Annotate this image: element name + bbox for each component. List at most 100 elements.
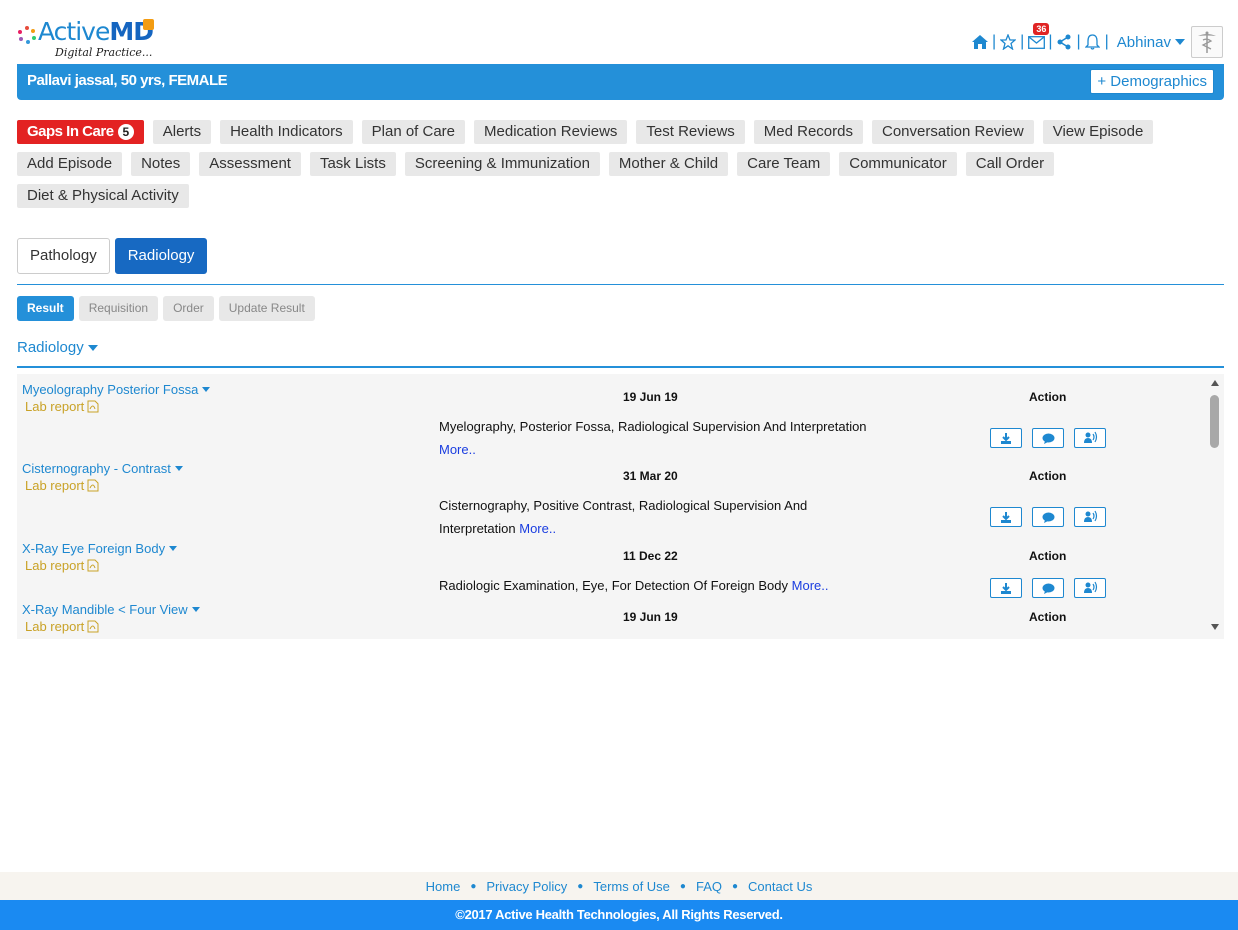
comment-button[interactable] <box>1032 428 1064 448</box>
voice-button[interactable] <box>1074 428 1106 448</box>
download-button[interactable] <box>990 428 1022 448</box>
footer-link-terms[interactable]: Terms of Use <box>593 879 670 894</box>
record-title-dropdown[interactable]: Cisternography - Contrast <box>22 461 183 476</box>
comment-button[interactable] <box>1032 507 1064 527</box>
top-header: ActiveMD Digital Practice... | | 36 | | … <box>0 0 1238 64</box>
user-menu[interactable]: Abhinav <box>1117 34 1185 51</box>
action-label: Action <box>1029 469 1067 483</box>
mail-icon[interactable]: 36 <box>1026 23 1050 52</box>
lab-report-link[interactable]: Lab report <box>25 619 99 634</box>
home-icon[interactable] <box>970 32 990 52</box>
logo-tagline: Digital Practice... <box>55 46 153 59</box>
activemd-logo[interactable]: ActiveMD Digital Practice... <box>16 18 158 62</box>
record-title-dropdown[interactable]: Myeolography Posterior Fossa <box>22 382 211 397</box>
separator: | <box>1048 33 1053 50</box>
chevron-down-icon <box>202 387 211 392</box>
download-button[interactable] <box>990 507 1022 527</box>
scroll-thumb[interactable] <box>1210 395 1219 448</box>
record-title: X-Ray Mandible < Four View <box>22 602 188 617</box>
tab-task-lists[interactable]: Task Lists <box>309 152 396 176</box>
chevron-down-icon <box>1175 39 1185 45</box>
tab-alerts[interactable]: Alerts <box>152 120 212 144</box>
logo-burst-icon <box>18 26 36 44</box>
separator: | <box>992 33 997 50</box>
tab-health-indicators[interactable]: Health Indicators <box>220 120 353 144</box>
tab-plan-of-care[interactable]: Plan of Care <box>361 120 466 144</box>
radiology-dropdown[interactable]: Radiology <box>17 339 98 356</box>
record-title-dropdown[interactable]: X-Ray Mandible < Four View <box>22 602 200 617</box>
footer-separator: ● <box>577 880 584 892</box>
footer-link-privacy[interactable]: Privacy Policy <box>486 879 567 894</box>
tab-med-records[interactable]: Med Records <box>753 120 863 144</box>
tab-communicator[interactable]: Communicator <box>839 152 957 176</box>
download-icon <box>1001 432 1011 444</box>
share-icon[interactable] <box>1054 32 1074 52</box>
tab-medication-reviews[interactable]: Medication Reviews <box>474 120 628 144</box>
tab-care-team[interactable]: Care Team <box>737 152 831 176</box>
lab-report-link[interactable]: Lab report <box>25 478 99 493</box>
result-mode-pills: Result Requisition Order Update Result <box>17 296 320 321</box>
action-label: Action <box>1029 610 1067 624</box>
radiology-record-list[interactable]: Myeolography Posterior Fossa Lab report … <box>17 374 1224 639</box>
lab-report-link[interactable]: Lab report <box>25 399 99 414</box>
list-scrollbar[interactable] <box>1207 374 1224 639</box>
download-button[interactable] <box>990 578 1022 598</box>
more-link[interactable]: More.. <box>519 521 556 536</box>
tab-pathology[interactable]: Pathology <box>17 238 110 274</box>
record-actions <box>990 578 1116 598</box>
mail-count-badge: 36 <box>1033 23 1050 35</box>
tab-label: Gaps In Care <box>27 123 114 140</box>
tab-notes[interactable]: Notes <box>131 152 191 176</box>
tab-view-episode[interactable]: View Episode <box>1042 120 1154 144</box>
lab-report-label: Lab report <box>25 399 85 414</box>
more-link[interactable]: More.. <box>792 578 829 593</box>
record-description: Cisternography, Positive Contrast, Radio… <box>439 494 839 540</box>
lab-report-label: Lab report <box>25 558 85 573</box>
pill-requisition[interactable]: Requisition <box>78 296 159 321</box>
separator: | <box>1076 33 1081 50</box>
avatar[interactable] <box>1191 26 1223 58</box>
footer-link-contact[interactable]: Contact Us <box>748 879 812 894</box>
record-date: 19 Jun 19 <box>623 390 678 404</box>
star-icon[interactable] <box>998 32 1018 52</box>
tab-screening-immunization[interactable]: Screening & Immunization <box>404 152 600 176</box>
scroll-down-arrow-icon[interactable] <box>1211 624 1219 630</box>
record-title-dropdown[interactable]: X-Ray Eye Foreign Body <box>22 541 178 556</box>
footer-separator: ● <box>731 880 739 892</box>
action-label: Action <box>1029 549 1067 563</box>
tab-call-order[interactable]: Call Order <box>965 152 1055 176</box>
copyright: ©2017 Active Health Technologies, All Ri… <box>0 900 1238 930</box>
logo-accent <box>143 19 154 30</box>
tab-test-reviews[interactable]: Test Reviews <box>636 120 745 144</box>
tab-conversation-review[interactable]: Conversation Review <box>871 120 1034 144</box>
pill-update-result[interactable]: Update Result <box>218 296 315 321</box>
tab-diet-physical-activity[interactable]: Diet & Physical Activity <box>17 184 189 208</box>
scroll-up-arrow-icon[interactable] <box>1211 380 1219 386</box>
footer-link-faq[interactable]: FAQ <box>696 879 722 894</box>
header-toolbar: | | 36 | | | Abhinav <box>970 23 1223 58</box>
lab-report-link[interactable]: Lab report <box>25 558 99 573</box>
nav-row-1: Gaps In Care 5 Alerts Health Indicators P… <box>17 120 1227 144</box>
pill-order[interactable]: Order <box>163 296 214 321</box>
chevron-down-icon <box>174 466 183 471</box>
footer-link-home[interactable]: Home <box>426 879 461 894</box>
tab-mother-child[interactable]: Mother & Child <box>608 152 729 176</box>
tab-add-episode[interactable]: Add Episode <box>17 152 123 176</box>
patient-banner: Pallavi jassal, 50 yrs, FEMALE + Demogra… <box>17 64 1224 100</box>
pill-result[interactable]: Result <box>17 296 74 321</box>
tab-gaps-in-care[interactable]: Gaps In Care 5 <box>17 120 144 144</box>
record-date: 31 Mar 20 <box>623 469 678 483</box>
more-link[interactable]: More.. <box>439 442 476 457</box>
gaps-count-badge: 5 <box>117 124 134 140</box>
tab-assessment[interactable]: Assessment <box>199 152 301 176</box>
record-date: 19 Jun 19 <box>623 610 678 624</box>
section-title: Radiology <box>17 339 84 356</box>
voice-button[interactable] <box>1074 507 1106 527</box>
voice-button[interactable] <box>1074 578 1106 598</box>
demographics-button[interactable]: + Demographics <box>1090 69 1214 94</box>
nav-row-2: Add Episode Notes Assessment Task Lists … <box>17 152 1227 176</box>
chevron-down-icon <box>87 344 98 351</box>
comment-button[interactable] <box>1032 578 1064 598</box>
bell-icon[interactable] <box>1083 32 1103 52</box>
tab-radiology[interactable]: Radiology <box>114 238 208 274</box>
